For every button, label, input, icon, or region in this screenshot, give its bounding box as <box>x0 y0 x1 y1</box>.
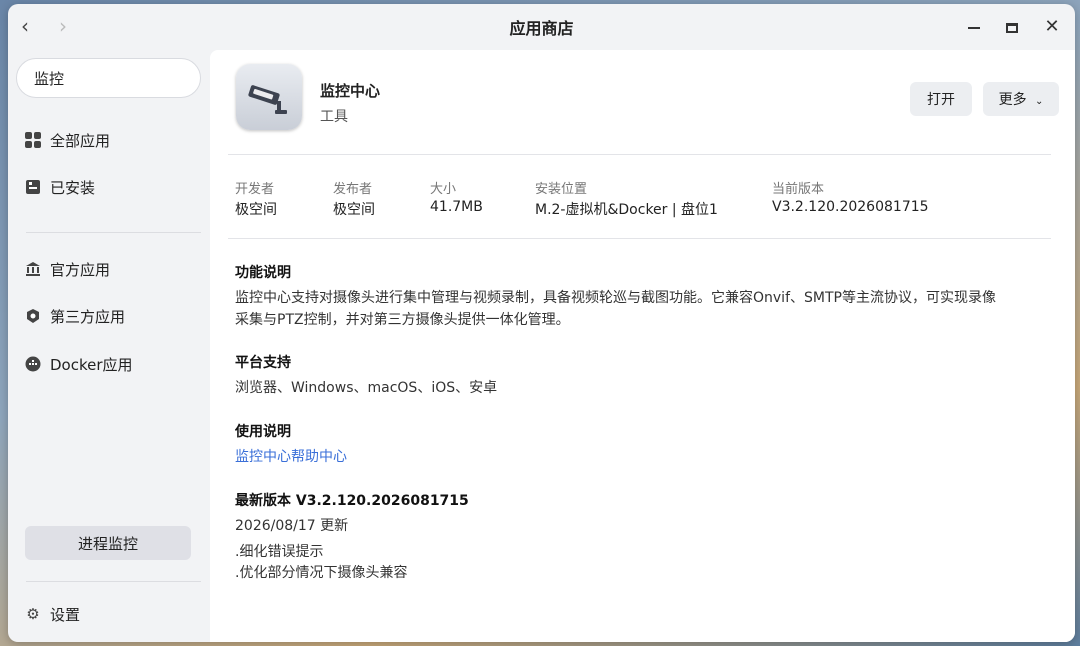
more-button[interactable]: 更多 ⌄ <box>983 82 1059 116</box>
title-bar: ‹ › 应用商店 ✕ <box>8 4 1075 50</box>
sidebar-item-label: 全部应用 <box>50 131 111 150</box>
process-monitor-button[interactable]: 进程监控 <box>25 526 191 560</box>
app-name: 监控中心 <box>320 82 381 100</box>
size-label: 大小 <box>430 182 457 197</box>
location-label: 安装位置 <box>535 182 588 197</box>
sidebar-item-label: 设置 <box>50 605 81 624</box>
bank-icon <box>24 260 42 278</box>
sidebar-item-settings[interactable]: ⚙ 设置 <box>24 600 80 628</box>
sidebar-item-all-apps[interactable]: 全部应用 <box>24 126 110 154</box>
platform-text: 浏览器、Windows、macOS、iOS、安卓 <box>235 380 498 396</box>
sidebar-divider <box>26 581 201 582</box>
gear-icon: ⚙ <box>26 605 40 623</box>
camera-icon <box>236 64 302 130</box>
latest-version-heading: 最新版本 V3.2.120.2026081715 <box>235 493 469 509</box>
sidebar-item-official[interactable]: 官方应用 <box>24 255 110 283</box>
maximize-icon[interactable] <box>1001 16 1023 38</box>
app-category: 工具 <box>320 109 348 125</box>
window-title: 应用商店 <box>509 19 574 38</box>
sidebar-divider <box>26 232 201 233</box>
chevron-down-icon: ⌄ <box>1035 96 1044 107</box>
developer-label: 开发者 <box>235 182 275 197</box>
third-party-icon <box>24 307 42 325</box>
feature-heading: 功能说明 <box>235 265 291 281</box>
back-icon[interactable]: ‹ <box>14 16 36 38</box>
size-value: 41.7MB <box>430 199 483 215</box>
close-icon[interactable]: ✕ <box>1041 16 1063 38</box>
minimize-icon[interactable] <box>963 16 985 38</box>
sidebar-item-installed[interactable]: 已安装 <box>24 173 95 201</box>
sidebar-item-label: 已安装 <box>50 178 96 197</box>
forward-icon[interactable]: › <box>52 16 74 38</box>
docker-icon <box>24 355 42 373</box>
feature-text-line: 监控中心支持对摄像头进行集中管理与视频录制，具备视频轮巡与截图功能。它兼容Onv… <box>235 290 996 306</box>
publisher-label: 发布者 <box>333 182 373 197</box>
sidebar-item-label: 第三方应用 <box>50 307 126 326</box>
search-box: ↻ <box>16 58 243 98</box>
usage-heading: 使用说明 <box>235 424 291 440</box>
sidebar-item-third-party[interactable]: 第三方应用 <box>24 302 125 330</box>
update-date: 2026/08/17 更新 <box>235 518 349 534</box>
version-value: V3.2.120.2026081715 <box>772 199 929 215</box>
changelog-item: .细化错误提示 <box>235 544 324 560</box>
developer-value: 极空间 <box>235 202 277 218</box>
app-detail-panel: 监控中心 工具 打开 更多 ⌄ 开发者 极空间 发布者 极空间 大小 41.7M… <box>210 50 1075 642</box>
version-label: 当前版本 <box>772 182 825 197</box>
app-store-window: ‹ › 应用商店 ✕ ↻ 全部应用 已安装 官方应用 <box>8 4 1075 642</box>
sidebar-item-docker[interactable]: Docker应用 <box>24 350 133 378</box>
help-center-link[interactable]: 监控中心帮助中心 <box>235 446 347 468</box>
grid-icon <box>24 131 42 149</box>
feature-text-line: 采集与PTZ控制，并对第三方摄像头提供一体化管理。 <box>235 312 570 328</box>
divider <box>228 154 1051 155</box>
divider <box>228 238 1051 239</box>
open-button[interactable]: 打开 <box>910 82 972 116</box>
more-label: 更多 <box>998 92 1027 108</box>
publisher-value: 极空间 <box>333 202 375 218</box>
sidebar-item-label: 官方应用 <box>50 260 111 279</box>
search-input[interactable] <box>34 69 228 87</box>
sidebar-item-label: Docker应用 <box>50 355 133 374</box>
sidebar: ↻ 全部应用 已安装 官方应用 第三方应用 <box>8 50 243 642</box>
changelog-item: .优化部分情况下摄像头兼容 <box>235 565 408 581</box>
location-value: M.2-虚拟机&Docker | 盘位1 <box>535 202 718 218</box>
platform-heading: 平台支持 <box>235 355 291 371</box>
installed-icon <box>24 178 42 196</box>
